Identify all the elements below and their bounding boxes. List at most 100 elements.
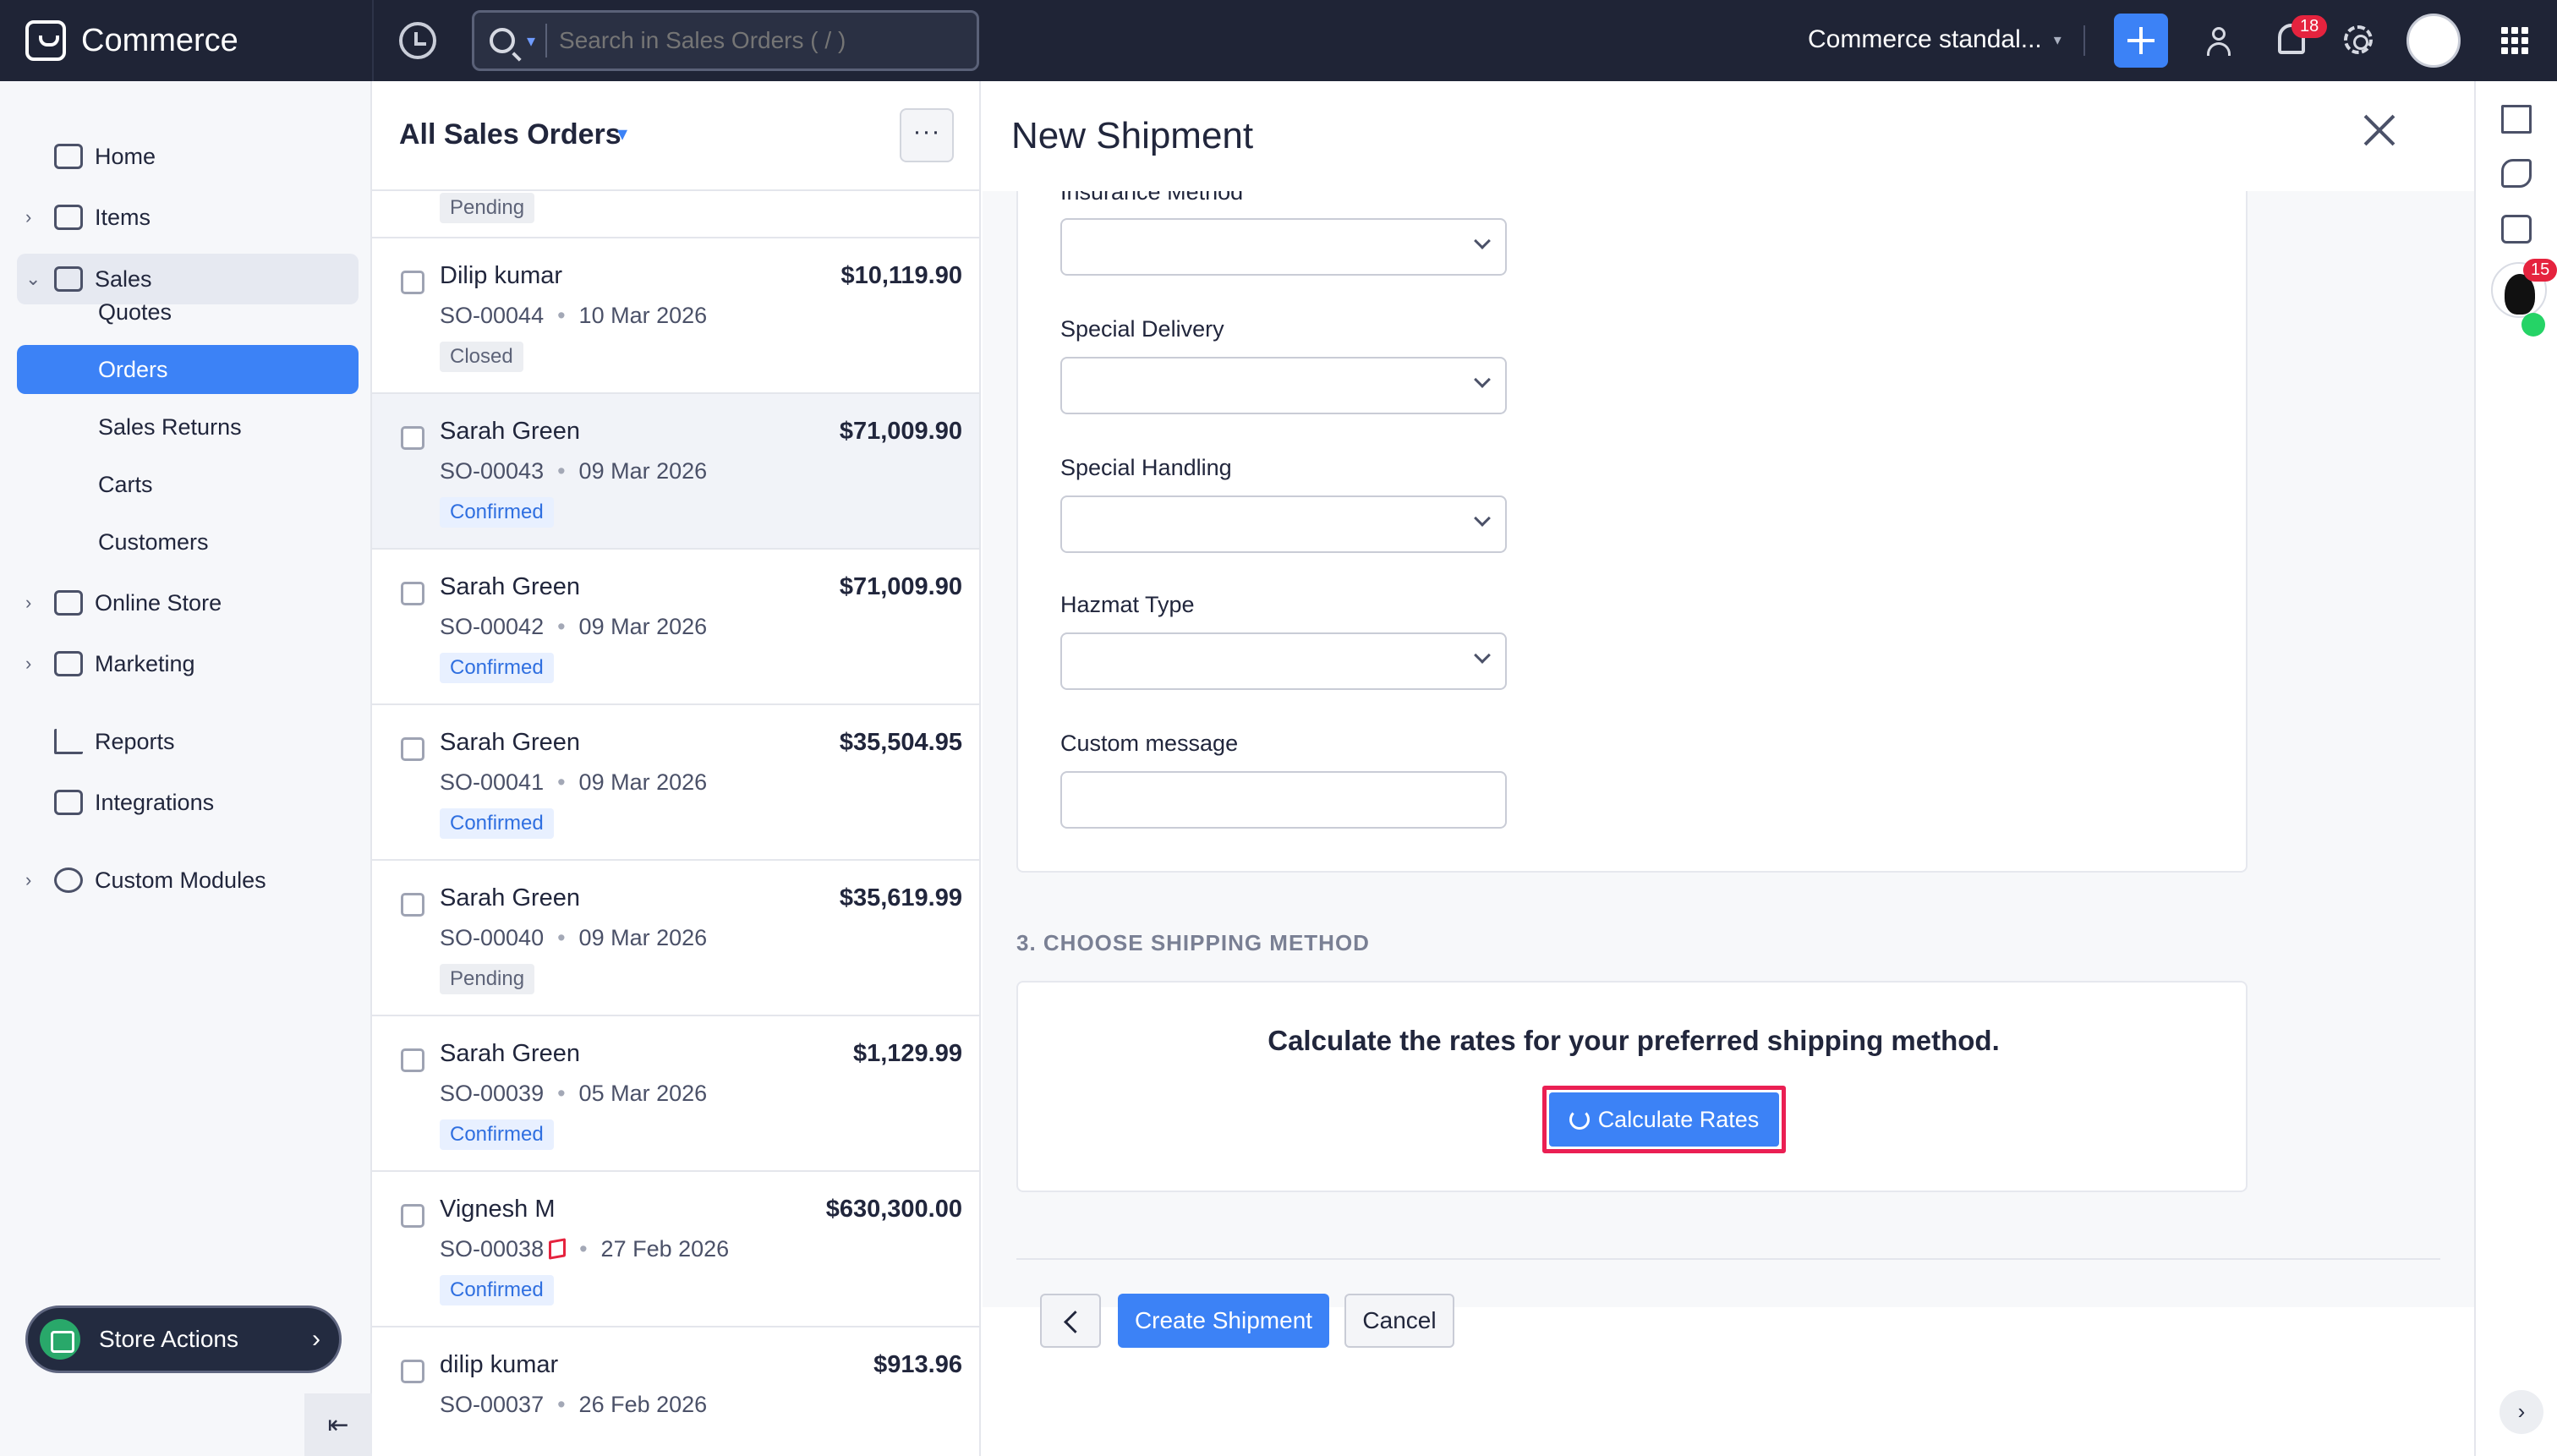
- video-tutorial-icon[interactable]: [2501, 215, 2532, 244]
- sidebar-item-custom-modules[interactable]: › Custom Modules: [17, 856, 359, 905]
- bar-chart-icon: [54, 729, 83, 754]
- search-input[interactable]: [559, 27, 949, 54]
- translate-icon[interactable]: [2501, 105, 2532, 134]
- sidebar-item-label: Customers: [98, 528, 209, 555]
- calculate-rates-button[interactable]: Calculate Rates: [1549, 1092, 1779, 1147]
- sidebar-item-label: Marketing: [95, 650, 195, 676]
- order-number: SO-00043: [440, 458, 545, 484]
- user-avatar[interactable]: [2406, 14, 2461, 68]
- organization-switcher[interactable]: Commerce standal... ▾: [1808, 25, 2061, 54]
- settings-gear-icon[interactable]: [2344, 25, 2373, 54]
- status-badge: Confirmed: [440, 1275, 554, 1305]
- recent-history-icon[interactable]: [399, 22, 436, 59]
- sidebar-item-orders[interactable]: Orders: [17, 345, 359, 394]
- chat-count-badge: 15: [2523, 259, 2557, 282]
- app-launcher-grid-icon[interactable]: [2501, 27, 2528, 54]
- whatsapp-icon[interactable]: [2521, 313, 2545, 337]
- cancel-button[interactable]: Cancel: [1344, 1294, 1454, 1348]
- more-options-button[interactable]: ···: [900, 108, 954, 162]
- home-icon: [54, 144, 83, 169]
- list-item[interactable]: Pending: [372, 191, 979, 238]
- status-badge: Closed: [440, 342, 523, 372]
- store-actions-button[interactable]: Store Actions ›: [25, 1305, 342, 1373]
- sidebar-item-label: Home: [95, 143, 156, 169]
- order-meta: SO-00041 • 09 Mar 2026: [440, 769, 708, 795]
- chevron-right-icon[interactable]: ›: [25, 592, 31, 614]
- insurance-method-select[interactable]: [1060, 218, 1507, 276]
- special-delivery-select[interactable]: [1060, 357, 1507, 414]
- order-amount: $71,009.90: [839, 418, 962, 445]
- sidebar-item-sales-returns[interactable]: Sales Returns: [17, 402, 359, 452]
- shipment-form-body: Insurance Method Special Delivery Specia…: [983, 191, 2474, 1307]
- back-button[interactable]: [1040, 1294, 1101, 1348]
- row-checkbox[interactable]: [401, 1360, 424, 1383]
- order-meta: SO-00042 • 09 Mar 2026: [440, 614, 708, 639]
- custom-message-input[interactable]: [1060, 771, 1507, 829]
- table-row[interactable]: Sarah Green $71,009.90 SO-00043 • 09 Mar 2…: [372, 394, 979, 550]
- row-checkbox[interactable]: [401, 737, 424, 761]
- sidebar-item-reports[interactable]: Reports: [17, 717, 359, 766]
- sidebar-item-carts[interactable]: Carts: [17, 460, 359, 509]
- table-row[interactable]: Sarah Green $35,504.95 SO-00041 • 09 Mar 2…: [372, 705, 979, 861]
- list-view-title[interactable]: All Sales Orders: [399, 118, 621, 151]
- row-checkbox[interactable]: [401, 1048, 424, 1072]
- custom-message-label: Custom message: [1060, 731, 1239, 756]
- sidebar-item-online-store[interactable]: › Online Store: [17, 578, 359, 627]
- create-shipment-button[interactable]: Create Shipment: [1118, 1294, 1329, 1348]
- table-row[interactable]: dilip kumar $913.96 SO-00037 • 26 Feb 2026: [372, 1327, 979, 1456]
- order-meta: SO-00039 • 05 Mar 2026: [440, 1081, 708, 1106]
- sidebar-item-label: Orders: [98, 356, 168, 382]
- order-number: SO-00044: [440, 303, 545, 328]
- collapse-sidebar-icon[interactable]: ⇤: [304, 1393, 372, 1456]
- row-checkbox[interactable]: [401, 1204, 424, 1228]
- order-meta: SO-00038 • 27 Feb 2026: [440, 1236, 730, 1262]
- shipping-rates-card: Calculate the rates for your preferred s…: [1016, 981, 2248, 1192]
- table-row[interactable]: Sarah Green $1,129.99 SO-00039 • 05 Mar 20…: [372, 1016, 979, 1172]
- chevron-right-icon[interactable]: ›: [25, 869, 31, 891]
- table-row[interactable]: Dilip kumar $10,119.90 SO-00044 • 10 Mar 2…: [372, 238, 979, 394]
- sidebar-item-home[interactable]: Home: [17, 132, 359, 181]
- row-checkbox[interactable]: [401, 582, 424, 605]
- chevron-down-icon[interactable]: ▾: [527, 30, 535, 52]
- sidebar-item-customers[interactable]: Customers: [17, 517, 359, 567]
- row-checkbox[interactable]: [401, 271, 424, 294]
- sidebar-item-label: Custom Modules: [95, 867, 266, 893]
- create-shipment-label: Create Shipment: [1134, 1307, 1313, 1333]
- customer-name: Vignesh M: [440, 1196, 556, 1223]
- global-search[interactable]: ▾: [472, 10, 979, 71]
- customer-name: Sarah Green: [440, 573, 581, 600]
- sales-orders-list: All Sales Orders ▾ ··· Pending Dilip kum…: [372, 81, 981, 1456]
- close-icon[interactable]: [2361, 112, 2398, 149]
- customer-name: dilip kumar: [440, 1351, 559, 1378]
- users-icon[interactable]: [2207, 25, 2237, 56]
- refresh-icon: [1569, 1109, 1590, 1130]
- table-row[interactable]: Vignesh M $630,300.00 SO-00038 • 27 Feb 20…: [372, 1172, 979, 1327]
- chevron-down-icon[interactable]: ▾: [617, 122, 627, 146]
- order-amount: $35,504.95: [839, 729, 962, 756]
- chevron-right-icon[interactable]: ›: [2500, 1390, 2543, 1434]
- row-checkbox[interactable]: [401, 426, 424, 450]
- table-row[interactable]: Sarah Green $35,619.99 SO-00040 • 09 Mar 2…: [372, 861, 979, 1016]
- sidebar-item-marketing[interactable]: › Marketing: [17, 639, 359, 688]
- sidebar-item-items[interactable]: › Items: [17, 193, 359, 242]
- chevron-down-icon: [1474, 647, 1491, 664]
- special-handling-select[interactable]: [1060, 495, 1507, 553]
- sidebar-item-integrations[interactable]: Integrations: [17, 778, 359, 827]
- chevron-right-icon[interactable]: ›: [25, 206, 31, 228]
- chevron-right-icon[interactable]: ›: [25, 653, 31, 675]
- order-date: 05 Mar 2026: [578, 1081, 708, 1106]
- search-icon[interactable]: [490, 28, 515, 53]
- row-checkbox[interactable]: [401, 893, 424, 917]
- order-meta: SO-00044 • 10 Mar 2026: [440, 303, 708, 328]
- quick-create-button[interactable]: [2114, 14, 2168, 68]
- sidebar-item-quotes[interactable]: Quotes: [17, 287, 359, 337]
- notification-count-badge: 18: [2291, 15, 2328, 38]
- announcement-icon[interactable]: [2501, 159, 2532, 188]
- hazmat-type-select[interactable]: [1060, 632, 1507, 690]
- chevron-down-icon: ▾: [2053, 30, 2061, 48]
- special-handling-label: Special Handling: [1060, 455, 1232, 480]
- order-date: 10 Mar 2026: [578, 303, 708, 328]
- app-brand[interactable]: Commerce: [25, 17, 238, 64]
- flag-icon: [549, 1238, 567, 1260]
- table-row[interactable]: Sarah Green $71,009.90 SO-00042 • 09 Mar 2…: [372, 550, 979, 705]
